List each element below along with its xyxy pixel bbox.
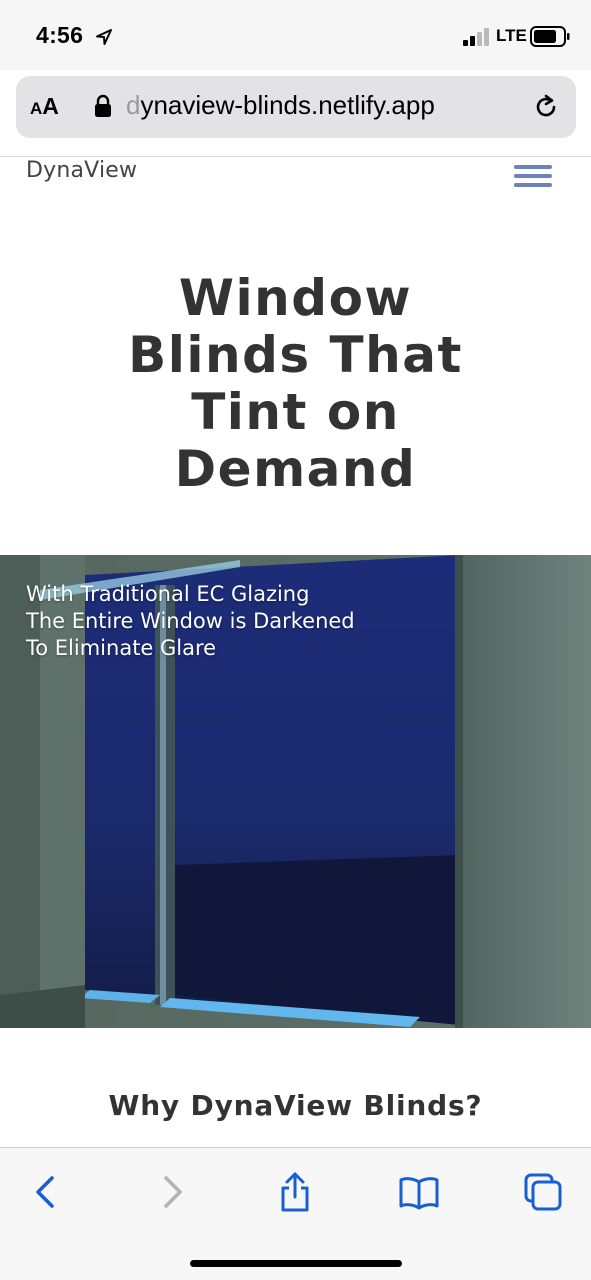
hamburger-menu-icon[interactable] [514, 165, 554, 189]
menu-bar-line [514, 165, 552, 169]
reload-icon[interactable] [532, 93, 560, 121]
url-domain: ynaview-blinds.netlify.app [140, 90, 435, 120]
hero-title-line: Window [178, 269, 413, 327]
caption-line: With Traditional EC Glazing [26, 582, 310, 606]
site-brand[interactable]: DynaView [26, 158, 137, 183]
hero-title: Window Blinds That Tint on Demand [0, 270, 591, 498]
hero-image: With Traditional EC Glazing The Entire W… [0, 555, 591, 1028]
caption-line: To Eliminate Glare [26, 636, 217, 660]
browser-toolbar [0, 1148, 591, 1280]
network-label: LTE [496, 26, 527, 45]
battery-icon [530, 26, 570, 47]
share-icon[interactable] [273, 1170, 317, 1214]
section-heading: Why DynaView Blinds? [108, 1089, 483, 1122]
signal-icon [463, 28, 489, 46]
lock-icon [95, 94, 111, 117]
status-time: 4:56 [36, 22, 84, 48]
tabs-icon[interactable] [521, 1170, 565, 1214]
back-icon[interactable] [24, 1170, 68, 1214]
divider [0, 156, 591, 157]
forward-icon[interactable] [150, 1170, 194, 1214]
menu-bar-line [514, 183, 552, 187]
text-size-button[interactable]: AA [30, 93, 59, 120]
url-text[interactable]: dynaview-blinds.netlify.app [126, 90, 435, 121]
image-caption: With Traditional EC Glazing The Entire W… [26, 581, 355, 662]
home-indicator[interactable] [190, 1260, 402, 1267]
caption-line: The Entire Window is Darkened [26, 609, 355, 633]
hero-title-line: Demand [174, 440, 417, 498]
hero-title-line: Tint on [191, 383, 400, 441]
status-bar: 4:56 LTE [0, 0, 591, 70]
hero-title-line: Blinds That [128, 326, 463, 384]
text-size-big-label: A [42, 93, 59, 119]
text-size-small-label: A [30, 99, 43, 118]
location-arrow-icon [96, 29, 112, 45]
url-faded-prefix: d [126, 90, 141, 120]
bookmarks-icon[interactable] [397, 1170, 441, 1214]
address-bar[interactable]: AA dynaview-blinds.netlify.app [16, 76, 576, 138]
menu-bar-line [514, 174, 552, 178]
